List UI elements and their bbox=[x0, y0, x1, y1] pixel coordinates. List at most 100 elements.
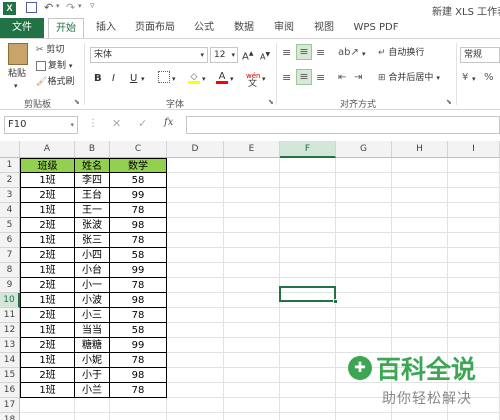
fill-color-dropdown-icon[interactable]: ▾ bbox=[202, 72, 206, 86]
row-header-6[interactable]: 6 bbox=[0, 233, 20, 248]
cell-g13[interactable] bbox=[336, 338, 392, 353]
tab-data[interactable]: 数据 bbox=[226, 18, 262, 38]
cell-g7[interactable] bbox=[336, 248, 392, 263]
font-name-select[interactable]: 宋体 ▾ bbox=[90, 47, 208, 63]
cell-d18[interactable] bbox=[167, 413, 224, 420]
alignment-launcher-icon[interactable]: ⬊ bbox=[446, 95, 452, 109]
cell-d3[interactable] bbox=[167, 188, 224, 203]
cell-e16[interactable] bbox=[224, 383, 280, 398]
table-cell[interactable]: 1班 bbox=[20, 293, 75, 308]
cell-h1[interactable] bbox=[392, 158, 448, 173]
cell-d15[interactable] bbox=[167, 368, 224, 383]
table-header-cell[interactable]: 班级 bbox=[20, 158, 75, 173]
formula-input[interactable] bbox=[186, 116, 500, 134]
cell-d7[interactable] bbox=[167, 248, 224, 263]
table-cell[interactable]: 98 bbox=[110, 293, 167, 308]
table-header-cell[interactable]: 数学 bbox=[110, 158, 167, 173]
cell-f6[interactable] bbox=[280, 233, 336, 248]
cell-f16[interactable] bbox=[280, 383, 336, 398]
table-cell[interactable]: 小一 bbox=[75, 278, 110, 293]
table-cell[interactable]: 1班 bbox=[20, 323, 75, 338]
table-cell[interactable]: 78 bbox=[110, 353, 167, 368]
clipboard-launcher-icon[interactable]: ⬊ bbox=[74, 95, 80, 109]
cell-e2[interactable] bbox=[224, 173, 280, 188]
cell-i12[interactable] bbox=[448, 323, 500, 338]
font-launcher-icon[interactable]: ⬊ bbox=[268, 95, 274, 109]
row-header-18[interactable]: 18 bbox=[0, 413, 20, 420]
cell-d14[interactable] bbox=[167, 353, 224, 368]
cell-h7[interactable] bbox=[392, 248, 448, 263]
cell-e14[interactable] bbox=[224, 353, 280, 368]
cell-g6[interactable] bbox=[336, 233, 392, 248]
align-top-icon[interactable]: ≡ bbox=[282, 46, 291, 60]
currency-icon[interactable]: ¥ bbox=[462, 71, 468, 85]
cell-d17[interactable] bbox=[167, 398, 224, 413]
tab-wps-pdf[interactable]: WPS PDF bbox=[348, 18, 404, 38]
table-cell[interactable]: 张三 bbox=[75, 233, 110, 248]
table-header-cell[interactable]: 姓名 bbox=[75, 158, 110, 173]
cell-g4[interactable] bbox=[336, 203, 392, 218]
tab-home[interactable]: 开始 bbox=[48, 18, 84, 38]
cell-f8[interactable] bbox=[280, 263, 336, 278]
cell-e18[interactable] bbox=[224, 413, 280, 420]
orientation-icon[interactable]: ab↗ bbox=[338, 46, 359, 60]
table-cell[interactable]: 78 bbox=[110, 308, 167, 323]
table-cell[interactable]: 小三 bbox=[75, 308, 110, 323]
fill-handle[interactable] bbox=[333, 299, 338, 304]
table-cell[interactable]: 小波 bbox=[75, 293, 110, 308]
number-format-select[interactable]: 常规 bbox=[460, 47, 500, 63]
cell-i8[interactable] bbox=[448, 263, 500, 278]
cell-e1[interactable] bbox=[224, 158, 280, 173]
cell-c18[interactable] bbox=[110, 413, 167, 420]
cell-i4[interactable] bbox=[448, 203, 500, 218]
cell-h10[interactable] bbox=[392, 293, 448, 308]
cell-i11[interactable] bbox=[448, 308, 500, 323]
increase-indent-icon[interactable]: ⇥ bbox=[354, 71, 362, 85]
column-header-c[interactable]: C bbox=[110, 141, 167, 158]
cell-d1[interactable] bbox=[167, 158, 224, 173]
cell-d10[interactable] bbox=[167, 293, 224, 308]
cell-a18[interactable] bbox=[20, 413, 75, 420]
cell-d9[interactable] bbox=[167, 278, 224, 293]
paste-icon[interactable] bbox=[8, 43, 28, 65]
cell-d13[interactable] bbox=[167, 338, 224, 353]
table-cell[interactable]: 2班 bbox=[20, 368, 75, 383]
cell-h11[interactable] bbox=[392, 308, 448, 323]
cell-i13[interactable] bbox=[448, 338, 500, 353]
cell-h3[interactable] bbox=[392, 188, 448, 203]
table-cell[interactable]: 1班 bbox=[20, 383, 75, 398]
row-header-14[interactable]: 14 bbox=[0, 353, 20, 368]
table-cell[interactable]: 2班 bbox=[20, 248, 75, 263]
table-cell[interactable]: 58 bbox=[110, 248, 167, 263]
cell-c17[interactable] bbox=[110, 398, 167, 413]
cell-f2[interactable] bbox=[280, 173, 336, 188]
table-cell[interactable]: 小于 bbox=[75, 368, 110, 383]
undo-dropdown-icon[interactable]: ▾ bbox=[56, 2, 60, 10]
cell-d11[interactable] bbox=[167, 308, 224, 323]
table-cell[interactable]: 小妮 bbox=[75, 353, 110, 368]
table-cell[interactable]: 小兰 bbox=[75, 383, 110, 398]
column-header-a[interactable]: A bbox=[20, 141, 75, 158]
table-cell[interactable]: 98 bbox=[110, 218, 167, 233]
cell-d8[interactable] bbox=[167, 263, 224, 278]
cell-f12[interactable] bbox=[280, 323, 336, 338]
cell-i9[interactable] bbox=[448, 278, 500, 293]
row-header-7[interactable]: 7 bbox=[0, 248, 20, 263]
cell-i7[interactable] bbox=[448, 248, 500, 263]
row-header-10[interactable]: 10 bbox=[0, 293, 20, 308]
cell-e7[interactable] bbox=[224, 248, 280, 263]
pinyin-dropdown-icon[interactable]: ▾ bbox=[262, 72, 266, 86]
row-header-13[interactable]: 13 bbox=[0, 338, 20, 353]
table-cell[interactable]: 糖糖 bbox=[75, 338, 110, 353]
cell-g9[interactable] bbox=[336, 278, 392, 293]
cell-f1[interactable] bbox=[280, 158, 336, 173]
cell-h4[interactable] bbox=[392, 203, 448, 218]
cell-i1[interactable] bbox=[448, 158, 500, 173]
cell-g10[interactable] bbox=[336, 293, 392, 308]
align-left-icon[interactable]: ≡ bbox=[282, 71, 291, 85]
align-right-icon[interactable]: ≡ bbox=[316, 71, 325, 85]
cell-i2[interactable] bbox=[448, 173, 500, 188]
cell-d12[interactable] bbox=[167, 323, 224, 338]
row-header-4[interactable]: 4 bbox=[0, 203, 20, 218]
cell-h5[interactable] bbox=[392, 218, 448, 233]
